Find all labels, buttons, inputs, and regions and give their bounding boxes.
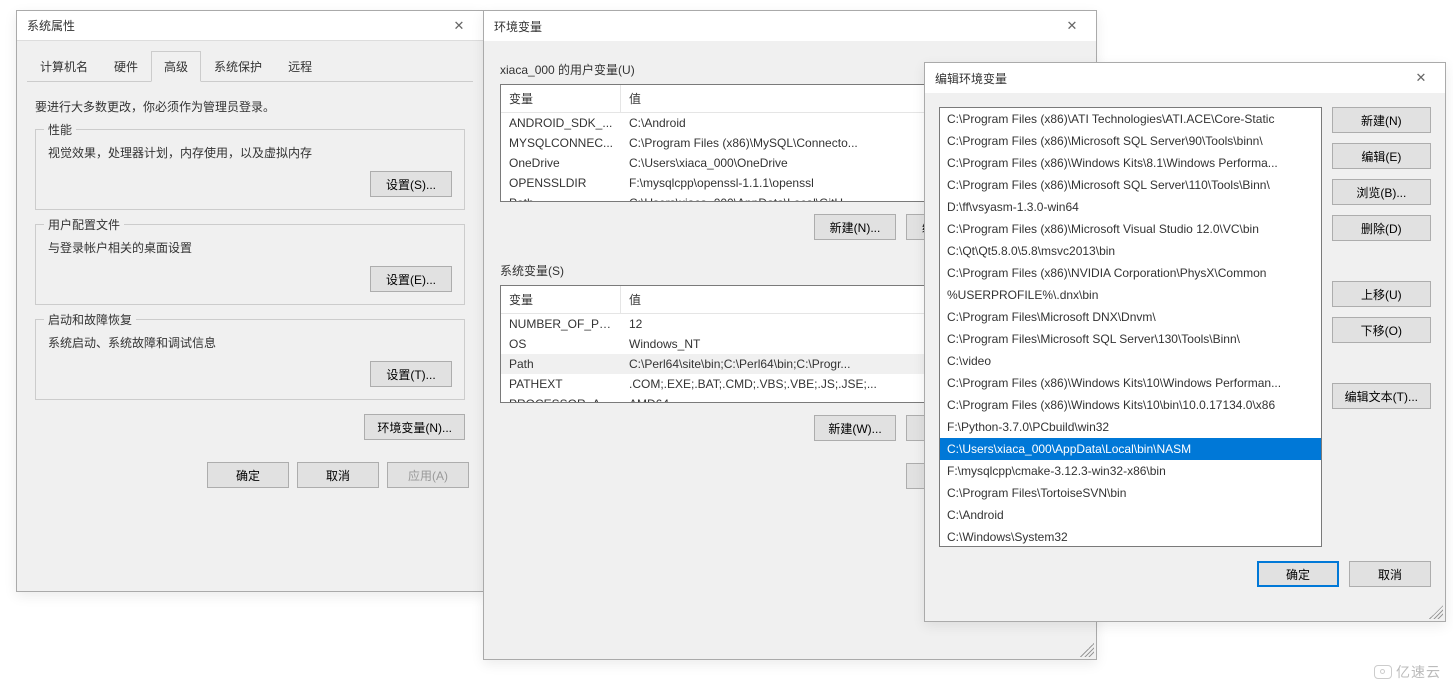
sys-new-button[interactable]: 新建(W)... [814, 415, 896, 441]
cell-variable: Path [501, 193, 621, 202]
startup-recovery-title: 启动和故障恢复 [44, 311, 136, 328]
list-item[interactable]: C:\video [940, 350, 1321, 372]
sysprops-apply-button[interactable]: 应用(A) [387, 462, 469, 488]
sysprops-ok-button[interactable]: 确定 [207, 462, 289, 488]
cell-variable: MYSQLCONNEC... [501, 133, 621, 153]
list-item[interactable]: C:\Android [940, 504, 1321, 526]
tab-computer-name[interactable]: 计算机名 [27, 51, 101, 82]
editenv-titlebar: 编辑环境变量 ✕ [925, 63, 1445, 93]
env-vars-button[interactable]: 环境变量(N)... [364, 414, 465, 440]
cell-variable: OS [501, 334, 621, 354]
tab-system-protection[interactable]: 系统保护 [201, 51, 275, 82]
tab-advanced[interactable]: 高级 [151, 51, 201, 82]
path-edit-text-button[interactable]: 编辑文本(T)... [1332, 383, 1431, 409]
sysprops-titlebar: 系统属性 ✕ [17, 11, 483, 41]
cell-variable: PATHEXT [501, 374, 621, 394]
list-item[interactable]: C:\Program Files\Microsoft SQL Server\13… [940, 328, 1321, 350]
resize-grip-icon[interactable] [1429, 605, 1443, 619]
cell-variable: OneDrive [501, 153, 621, 173]
performance-group: 性能 视觉效果，处理器计划，内存使用，以及虚拟内存 设置(S)... [35, 129, 465, 210]
startup-recovery-desc: 系统启动、系统故障和调试信息 [48, 334, 452, 351]
tab-remote[interactable]: 远程 [275, 51, 325, 82]
list-item[interactable]: C:\Users\xiaca_000\AppData\Local\bin\NAS… [940, 438, 1321, 460]
path-list[interactable]: C:\Program Files (x86)\ATI Technologies\… [939, 107, 1322, 547]
user-profile-title: 用户配置文件 [44, 216, 124, 233]
list-item[interactable]: C:\Program Files (x86)\Windows Kits\8.1\… [940, 152, 1321, 174]
user-profile-settings-button[interactable]: 设置(E)... [370, 266, 452, 292]
header-variable[interactable]: 变量 [501, 286, 621, 313]
cell-variable: OPENSSLDIR [501, 173, 621, 193]
watermark-text: 亿速云 [1396, 662, 1441, 682]
list-item[interactable]: C:\Program Files\Microsoft DNX\Dnvm\ [940, 306, 1321, 328]
envvars-titlebar: 环境变量 ✕ [484, 11, 1096, 41]
list-item[interactable]: C:\Program Files (x86)\Windows Kits\10\b… [940, 394, 1321, 416]
editenv-title: 编辑环境变量 [935, 70, 1007, 87]
path-delete-button[interactable]: 删除(D) [1332, 215, 1431, 241]
user-profile-desc: 与登录帐户相关的桌面设置 [48, 239, 452, 256]
performance-desc: 视觉效果，处理器计划，内存使用，以及虚拟内存 [48, 144, 452, 161]
list-item[interactable]: C:\Program Files (x86)\Microsoft Visual … [940, 218, 1321, 240]
user-profile-group: 用户配置文件 与登录帐户相关的桌面设置 设置(E)... [35, 224, 465, 305]
list-item[interactable]: D:\ff\vsyasm-1.3.0-win64 [940, 196, 1321, 218]
watermark: 亿速云 [1374, 662, 1441, 682]
admin-hint: 要进行大多数更改，你必须作为管理员登录。 [35, 98, 465, 115]
tab-hardware[interactable]: 硬件 [101, 51, 151, 82]
edit-env-dialog: 编辑环境变量 ✕ C:\Program Files (x86)\ATI Tech… [924, 62, 1446, 622]
close-icon[interactable]: ✕ [439, 11, 479, 41]
path-move-down-button[interactable]: 下移(O) [1332, 317, 1431, 343]
list-item[interactable]: C:\Qt\Qt5.8.0\5.8\msvc2013\bin [940, 240, 1321, 262]
path-new-button[interactable]: 新建(N) [1332, 107, 1431, 133]
path-edit-button[interactable]: 编辑(E) [1332, 143, 1431, 169]
envvars-title: 环境变量 [494, 18, 542, 35]
watermark-logo-icon [1374, 665, 1392, 679]
list-item[interactable]: F:\mysqlcpp\cmake-3.12.3-win32-x86\bin [940, 460, 1321, 482]
header-variable[interactable]: 变量 [501, 85, 621, 112]
cell-variable: Path [501, 354, 621, 374]
resize-grip-icon[interactable] [1080, 643, 1094, 657]
startup-recovery-settings-button[interactable]: 设置(T)... [370, 361, 452, 387]
close-icon[interactable]: ✕ [1052, 11, 1092, 41]
startup-recovery-group: 启动和故障恢复 系统启动、系统故障和调试信息 设置(T)... [35, 319, 465, 400]
performance-settings-button[interactable]: 设置(S)... [370, 171, 452, 197]
list-item[interactable]: C:\Program Files (x86)\NVIDIA Corporatio… [940, 262, 1321, 284]
editenv-ok-button[interactable]: 确定 [1257, 561, 1339, 587]
sysprops-title: 系统属性 [27, 17, 75, 34]
list-item[interactable]: F:\Python-3.7.0\PCbuild\win32 [940, 416, 1321, 438]
cell-variable: NUMBER_OF_PR... [501, 314, 621, 334]
performance-title: 性能 [44, 121, 76, 138]
path-browse-button[interactable]: 浏览(B)... [1332, 179, 1431, 205]
sysprops-cancel-button[interactable]: 取消 [297, 462, 379, 488]
list-item[interactable]: C:\Program Files\TortoiseSVN\bin [940, 482, 1321, 504]
list-item[interactable]: C:\Windows\System32 [940, 526, 1321, 547]
system-properties-dialog: 系统属性 ✕ 计算机名 硬件 高级 系统保护 远程 要进行大多数更改，你必须作为… [16, 10, 484, 592]
cell-variable: PROCESSOR_AR... [501, 394, 621, 403]
path-move-up-button[interactable]: 上移(U) [1332, 281, 1431, 307]
list-item[interactable]: C:\Program Files (x86)\Microsoft SQL Ser… [940, 130, 1321, 152]
sysprops-tabs: 计算机名 硬件 高级 系统保护 远程 [27, 51, 473, 82]
list-item[interactable]: C:\Program Files (x86)\Microsoft SQL Ser… [940, 174, 1321, 196]
list-item[interactable]: C:\Program Files (x86)\Windows Kits\10\W… [940, 372, 1321, 394]
list-item[interactable]: %USERPROFILE%\.dnx\bin [940, 284, 1321, 306]
list-item[interactable]: C:\Program Files (x86)\ATI Technologies\… [940, 108, 1321, 130]
user-new-button[interactable]: 新建(N)... [814, 214, 896, 240]
cell-variable: ANDROID_SDK_... [501, 113, 621, 133]
editenv-cancel-button[interactable]: 取消 [1349, 561, 1431, 587]
close-icon[interactable]: ✕ [1401, 63, 1441, 93]
